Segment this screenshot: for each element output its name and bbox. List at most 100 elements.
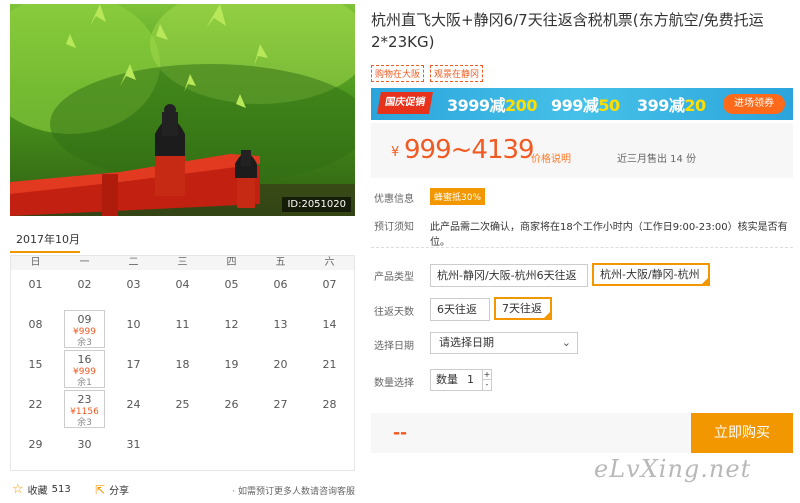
- day-number: 08: [28, 318, 43, 331]
- calendar-day: 29: [11, 438, 60, 478]
- calendar-day: 30: [60, 438, 109, 478]
- share-icon: ⇱: [95, 482, 106, 497]
- divider: [371, 247, 793, 248]
- product-id-label: ID:2051020: [282, 197, 351, 212]
- day-number: 06: [273, 278, 288, 291]
- promo-deal: 3999减200: [447, 96, 537, 115]
- day-number: 23: [77, 393, 92, 406]
- calendar-day: 26: [207, 398, 256, 438]
- calendar-day-available[interactable]: 23 ¥1156 余3: [64, 390, 105, 428]
- day-number: 11: [175, 318, 190, 331]
- qty-label: 数量选择: [374, 378, 414, 389]
- weekday-label: 二: [128, 257, 139, 268]
- calendar-day: 22: [11, 398, 60, 438]
- day-number: 17: [126, 358, 141, 371]
- share-label: 分享: [109, 486, 130, 497]
- date-label: 选择日期: [374, 341, 414, 352]
- weekday-label: 四: [226, 257, 237, 268]
- calendar-day: 07: [305, 278, 354, 318]
- price-explain-link[interactable]: 价格说明: [531, 150, 571, 165]
- favorite-label: 收藏: [27, 486, 48, 497]
- promo-badge: 国庆促销: [377, 92, 433, 114]
- day-number: 09: [77, 313, 92, 326]
- notice-text: 此产品需二次确认，商家将在18个工作小时内（工作日9:00-23:00）核实是否…: [430, 222, 788, 248]
- promo-banner[interactable]: 国庆促销 3999减200 999减50 399减20 进场领券: [371, 88, 793, 120]
- calendar-day: 13: [256, 318, 305, 358]
- favorite-count: 513: [51, 484, 71, 495]
- day-number: 30: [77, 438, 92, 451]
- get-coupon-button[interactable]: 进场领券: [723, 94, 785, 114]
- promo-deal: 399减20: [637, 96, 706, 115]
- increment-icon[interactable]: +: [482, 370, 491, 380]
- day-number: 05: [224, 278, 239, 291]
- day-number: 20: [273, 358, 288, 371]
- product-tag: 购物在大阪: [371, 65, 425, 82]
- decrement-icon[interactable]: -: [482, 380, 491, 390]
- day-remaining: 余3: [77, 418, 92, 428]
- favorite-button[interactable]: ☆ 收藏 513: [12, 482, 71, 497]
- day-number: 27: [273, 398, 288, 411]
- contact-service-note: · 如需预订更多人数请咨询客服: [232, 487, 355, 497]
- day-number: 04: [175, 278, 190, 291]
- action-bar: ☆ 收藏 513 ⇱ 分享 · 如需预订更多人数请咨询客服: [10, 480, 355, 500]
- calendar-day: 31: [109, 438, 158, 478]
- promo-deal: 999减50: [551, 96, 620, 115]
- day-number: 02: [77, 278, 92, 291]
- weekday-label: 日: [30, 257, 41, 268]
- date-select-placeholder: 请选择日期: [439, 336, 494, 349]
- share-button[interactable]: ⇱ 分享: [95, 482, 130, 498]
- product-tags: 购物在大阪 观景在静冈: [371, 65, 484, 82]
- calendar-day-available[interactable]: 09 ¥999 余3: [64, 310, 105, 348]
- quantity-value[interactable]: 1: [467, 370, 474, 390]
- calendar-day: 11: [158, 318, 207, 358]
- type-option-osaka-shizuoka[interactable]: 杭州-大阪/静冈-杭州: [592, 263, 710, 286]
- product-tag: 观景在静冈: [430, 65, 484, 82]
- day-price: ¥999: [73, 327, 96, 337]
- day-number: 28: [322, 398, 337, 411]
- day-number: 29: [28, 438, 43, 451]
- calendar-month-tab[interactable]: 2017年10月: [10, 225, 80, 253]
- day-number: 03: [126, 278, 141, 291]
- day-number: 14: [322, 318, 337, 331]
- day-number: 22: [28, 398, 43, 411]
- weekday-label: 五: [275, 257, 286, 268]
- calendar-weekday-header: 日一二三四五六: [11, 256, 354, 270]
- day-number: 12: [224, 318, 239, 331]
- chevron-down-icon: ⌄: [561, 336, 571, 349]
- day-number: 15: [28, 358, 43, 371]
- calendar-day: 14: [305, 318, 354, 358]
- buy-now-button[interactable]: 立即购买: [691, 413, 793, 453]
- calendar-day: 27: [256, 398, 305, 438]
- day-remaining: 余3: [77, 338, 92, 348]
- total-price: --: [393, 423, 408, 443]
- calendar-day: 21: [305, 358, 354, 398]
- price-box: ¥ 999~4139 价格说明 近三月售出 14 份: [371, 123, 793, 178]
- quantity-stepper[interactable]: 数量 1 + -: [430, 369, 492, 391]
- day-number: 26: [224, 398, 239, 411]
- product-photo: ID:2051020: [10, 4, 355, 216]
- calendar-day: 24: [109, 398, 158, 438]
- date-select[interactable]: 请选择日期 ⌄: [430, 332, 578, 354]
- calendar-day: 12: [207, 318, 256, 358]
- calendar-grid: 01 02 03 04 05 06 07 08 09 ¥999 余3 10 11 12 13 14 15 16 ¥9…: [11, 270, 354, 478]
- calendar-day: 10: [109, 318, 158, 358]
- type-label: 产品类型: [374, 272, 414, 283]
- day-number: 16: [77, 353, 92, 366]
- days-option-7[interactable]: 7天往返: [494, 297, 552, 320]
- days-label: 往返天数: [374, 307, 414, 318]
- day-number: 13: [273, 318, 288, 331]
- type-option-shizuoka-osaka[interactable]: 杭州-静冈/大阪-杭州6天往返: [430, 264, 588, 287]
- calendar-day: 18: [158, 358, 207, 398]
- site-watermark: eLvXing.net: [594, 455, 752, 483]
- calendar-day: 19: [207, 358, 256, 398]
- star-icon: ☆: [12, 482, 24, 497]
- calendar-day: 03: [109, 278, 158, 318]
- day-number: 10: [126, 318, 141, 331]
- day-number: 25: [175, 398, 190, 411]
- days-option-6[interactable]: 6天往返: [430, 298, 490, 321]
- day-price: ¥999: [73, 367, 96, 377]
- maple-bridge-illustration: [10, 4, 355, 216]
- calendar-day-available[interactable]: 16 ¥999 余1: [64, 350, 105, 388]
- honey-discount-tag: 蜂蜜抵30%: [430, 188, 486, 205]
- quantity-text: 数量: [436, 373, 458, 386]
